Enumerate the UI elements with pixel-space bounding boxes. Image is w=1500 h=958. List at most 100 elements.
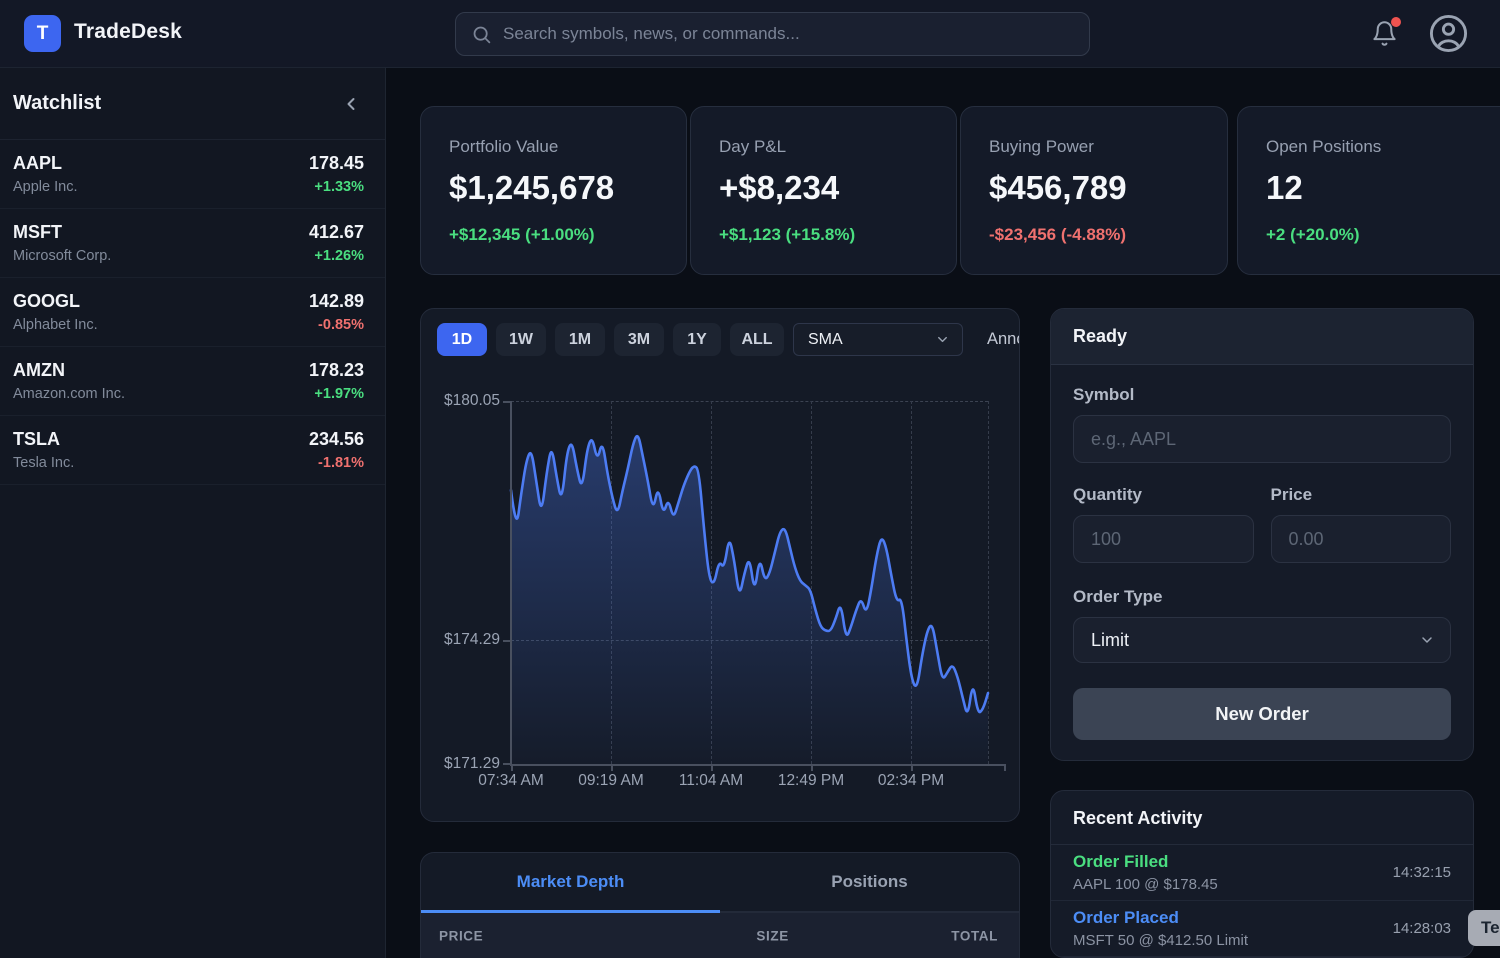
app-logo: T — [24, 15, 61, 52]
y-tick — [503, 401, 511, 403]
symbol: TSLA — [13, 429, 74, 450]
user-avatar[interactable] — [1428, 13, 1469, 54]
timeframe-1w-button[interactable]: 1W — [496, 323, 546, 356]
order-entry-panel: Ready Symbol Quantity Price Order Type L… — [1050, 308, 1474, 761]
annotate-button[interactable]: Annotate — [987, 330, 1020, 349]
change: +1.97% — [309, 386, 364, 402]
avatar-icon — [1428, 13, 1469, 54]
symbol: MSFT — [13, 222, 111, 243]
stat-label: Buying Power — [989, 137, 1227, 157]
y-axis-label: $171.29 — [444, 755, 500, 773]
new-order-button[interactable]: New Order — [1073, 688, 1451, 740]
watchlist-title: Watchlist — [13, 92, 101, 115]
price: 178.45 — [309, 153, 364, 174]
column-total: TOTAL — [951, 929, 998, 944]
x-tick — [1004, 764, 1006, 771]
gridline — [988, 401, 989, 764]
x-tick — [611, 764, 613, 771]
order-type-label: Order Type — [1073, 587, 1451, 607]
order-type-select[interactable]: Limit — [1073, 617, 1451, 663]
symbol: GOOGL — [13, 291, 98, 312]
activity-type: Order Filled — [1073, 852, 1218, 872]
symbol-field[interactable] — [1073, 415, 1451, 463]
quantity-label: Quantity — [1073, 485, 1254, 505]
stat-change: +2 (+20.0%) — [1266, 225, 1500, 245]
chart-toolbar: 1D 1W 1M 3M 1Y ALL SMA Annotate — [437, 323, 1020, 356]
y-axis-label: $174.29 — [444, 631, 500, 649]
price-field[interactable] — [1271, 515, 1452, 563]
watchlist-row-aapl[interactable]: AAPL Apple Inc. 178.45 +1.33% — [0, 140, 385, 209]
watchlist-row-googl[interactable]: GOOGL Alphabet Inc. 142.89 -0.85% — [0, 278, 385, 347]
global-search[interactable] — [455, 12, 1090, 56]
stat-value: $1,245,678 — [449, 169, 686, 207]
change: +1.26% — [309, 248, 364, 264]
change: -0.85% — [309, 317, 364, 333]
y-tick — [503, 640, 511, 642]
price-chart-panel: 1D 1W 1M 3M 1Y ALL SMA Annotate — [420, 308, 1020, 822]
timeframe-all-button[interactable]: ALL — [730, 323, 784, 356]
column-price: PRICE — [439, 929, 483, 944]
recent-activity-panel: Recent Activity Order Filled AAPL 100 @ … — [1050, 790, 1474, 958]
search-input[interactable] — [503, 24, 1074, 44]
quantity-field[interactable] — [1073, 515, 1254, 563]
activity-item[interactable]: Order Filled AAPL 100 @ $178.45 14:32:15 — [1051, 845, 1473, 901]
stat-change: +$1,123 (+15.8%) — [719, 225, 956, 245]
symbol-label: Symbol — [1073, 385, 1451, 405]
recent-activity-title: Recent Activity — [1051, 791, 1473, 845]
symbol: AMZN — [13, 360, 125, 381]
stat-label: Open Positions — [1266, 137, 1500, 157]
order-type-value: Limit — [1091, 630, 1129, 651]
timeframe-3m-button[interactable]: 3M — [614, 323, 664, 356]
tab-market-depth[interactable]: Market Depth — [421, 853, 720, 911]
stat-value: +$8,234 — [719, 169, 956, 207]
stat-card-open-positions: Open Positions 12 +2 (+20.0%) — [1237, 106, 1500, 275]
timeframe-1y-button[interactable]: 1Y — [673, 323, 721, 356]
stat-value: $456,789 — [989, 169, 1227, 207]
price: 178.23 — [309, 360, 364, 381]
x-axis — [510, 764, 1006, 766]
depth-table-header: PRICE SIZE TOTAL — [421, 913, 1019, 958]
watchlist-row-tsla[interactable]: TSLA Tesla Inc. 234.56 -1.81% — [0, 416, 385, 485]
stat-card-buying-power: Buying Power $456,789 -$23,456 (-4.88%) — [960, 106, 1228, 275]
column-size: SIZE — [756, 929, 788, 944]
notifications-button[interactable] — [1371, 20, 1398, 47]
chart-series — [511, 401, 988, 764]
order-form: Symbol Quantity Price Order Type Limit N… — [1051, 365, 1473, 740]
activity-time: 14:28:03 — [1393, 920, 1451, 937]
notification-dot — [1391, 17, 1401, 27]
watchlist-row-amzn[interactable]: AMZN Amazon.com Inc. 178.23 +1.97% — [0, 347, 385, 416]
price: 142.89 — [309, 291, 364, 312]
tab-positions[interactable]: Positions — [720, 853, 1019, 911]
price-chart[interactable]: $180.05 $174.29 $171.29 07:34 AM 09:19 A… — [511, 401, 1006, 764]
search-icon — [471, 24, 492, 45]
stat-label: Portfolio Value — [449, 137, 686, 157]
price: 234.56 — [309, 429, 364, 450]
y-axis — [510, 401, 512, 765]
market-depth-panel: Market Depth Positions PRICE SIZE TOTAL — [420, 852, 1020, 958]
stat-card-portfolio-value: Portfolio Value $1,245,678 +$12,345 (+1.… — [420, 106, 687, 275]
company-name: Apple Inc. — [13, 179, 78, 195]
x-axis-label: 07:34 AM — [478, 772, 544, 790]
watchlist-header: Watchlist — [0, 68, 385, 140]
indicator-value: SMA — [808, 331, 843, 349]
watchlist-sidebar: Watchlist AAPL Apple Inc. 178.45 +1.33% … — [0, 68, 386, 958]
company-name: Alphabet Inc. — [13, 317, 98, 333]
x-tick — [811, 764, 813, 771]
brand-name: TradeDesk — [74, 20, 182, 44]
order-status: Ready — [1051, 309, 1473, 365]
company-name: Amazon.com Inc. — [13, 386, 125, 402]
collapse-sidebar-button[interactable] — [341, 94, 361, 114]
x-axis-label: 11:04 AM — [679, 772, 743, 790]
timeframe-1d-button[interactable]: 1D — [437, 323, 487, 356]
x-tick — [911, 764, 913, 771]
watchlist-row-msft[interactable]: MSFT Microsoft Corp. 412.67 +1.26% — [0, 209, 385, 278]
indicator-select[interactable]: SMA — [793, 323, 963, 356]
timeframe-1m-button[interactable]: 1M — [555, 323, 605, 356]
stat-label: Day P&L — [719, 137, 956, 157]
y-axis-label: $180.05 — [444, 392, 500, 410]
activity-item[interactable]: Order Placed MSFT 50 @ $412.50 Limit 14:… — [1051, 901, 1473, 957]
activity-type: Order Placed — [1073, 908, 1248, 928]
x-tick — [711, 764, 713, 771]
activity-detail: MSFT 50 @ $412.50 Limit — [1073, 932, 1248, 949]
depth-tabs: Market Depth Positions — [421, 853, 1019, 913]
